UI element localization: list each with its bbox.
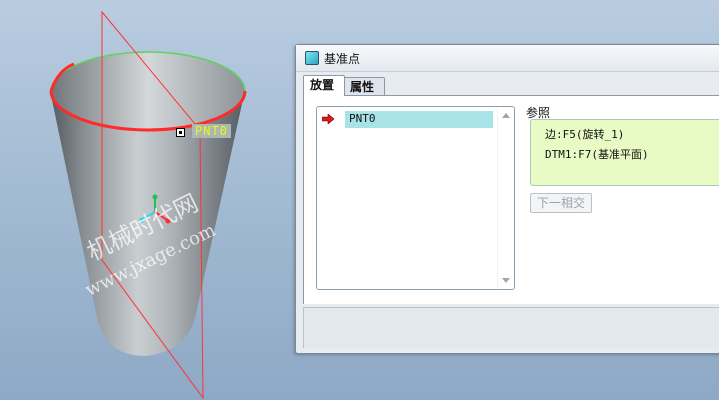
- point-list[interactable]: PNT0: [316, 106, 515, 290]
- reference-item[interactable]: DTM1:F7(基准平面): [545, 146, 649, 162]
- list-scrollbar[interactable]: [497, 107, 514, 289]
- app-icon: [305, 51, 319, 65]
- placement-panel: PNT0 参照 边:F5(旋转_1) DTM1:F7(基准平面) 下一相交: [303, 95, 719, 304]
- tab-placement[interactable]: 放置: [303, 75, 345, 96]
- list-item[interactable]: PNT0: [345, 111, 493, 128]
- list-item-label: PNT0: [349, 112, 376, 125]
- current-arrow-icon: [322, 114, 334, 124]
- dialog-title: 基准点: [324, 52, 361, 66]
- scroll-up-icon[interactable]: [502, 113, 510, 118]
- datum-point-dialog: 基准点 放置 属性 PNT0 参照 边:F5(旋转_1) DTM1:F7(基准平…: [295, 44, 719, 354]
- datum-point-marker[interactable]: [176, 128, 185, 137]
- references-collector[interactable]: 边:F5(旋转_1) DTM1:F7(基准平面): [530, 119, 719, 186]
- dialog-titlebar[interactable]: 基准点: [296, 45, 719, 72]
- tab-properties[interactable]: 属性: [343, 77, 385, 95]
- reference-item[interactable]: 边:F5(旋转_1): [545, 126, 624, 142]
- scroll-down-icon[interactable]: [502, 278, 510, 283]
- dialog-footer: [303, 307, 719, 348]
- next-intersection-button[interactable]: 下一相交: [530, 193, 592, 213]
- datum-point-label[interactable]: PNT0: [192, 124, 231, 138]
